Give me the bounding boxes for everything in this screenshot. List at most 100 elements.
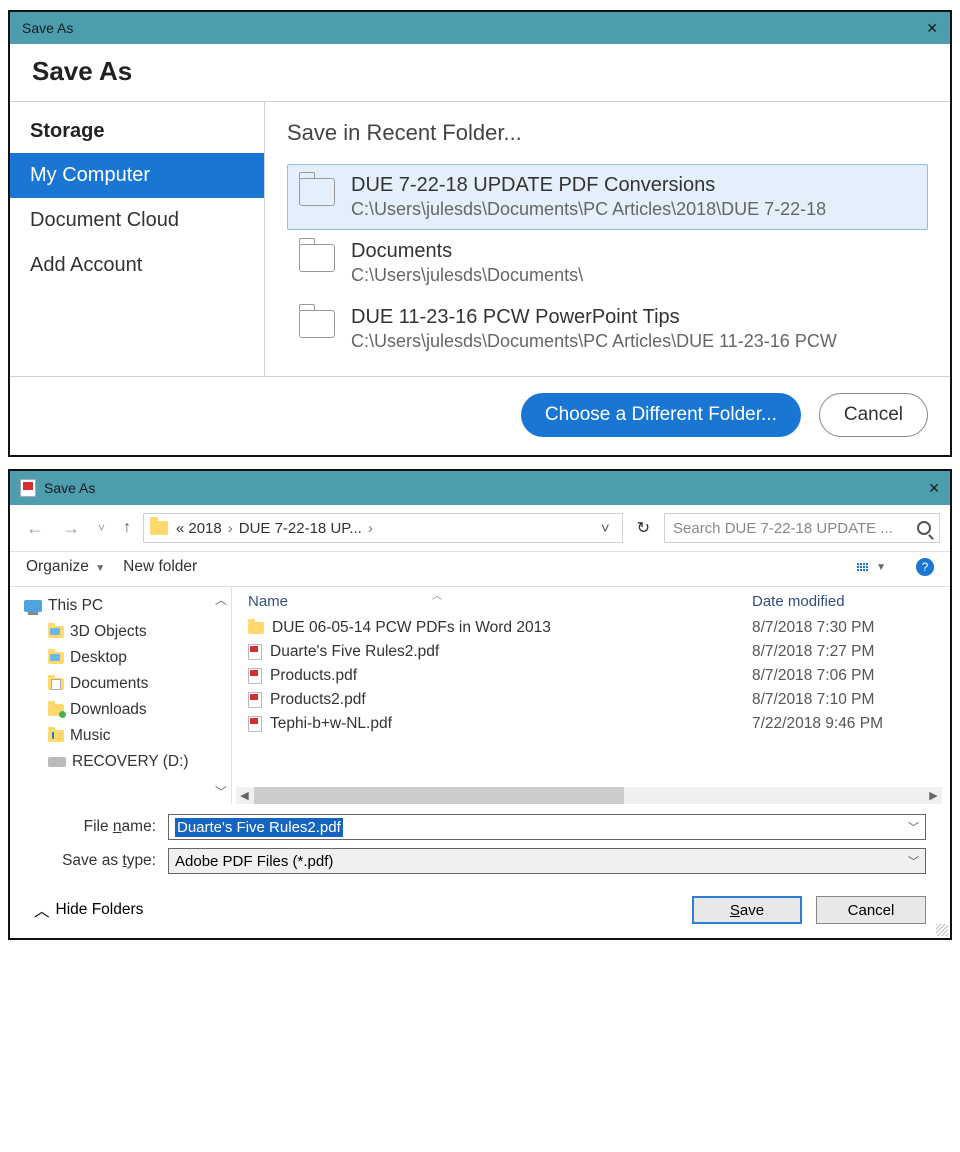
hide-folders-button[interactable]: ︿ Hide Folders bbox=[34, 899, 143, 921]
horizontal-scrollbar[interactable]: ◀ ▶ bbox=[236, 787, 942, 804]
history-dropdown-icon[interactable]: ˅ bbox=[92, 521, 111, 535]
close-icon[interactable]: ✕ bbox=[928, 480, 940, 497]
nav-tree[interactable]: ︿ This PC 3D Objects Desktop Documents D… bbox=[10, 587, 232, 804]
titlebar[interactable]: Save As ✕ bbox=[10, 12, 950, 44]
scrollbar-thumb[interactable] bbox=[254, 787, 624, 804]
file-row[interactable]: Products2.pdf 8/7/2018 7:10 PM bbox=[236, 688, 942, 712]
file-date: 8/7/2018 7:30 PM bbox=[752, 619, 938, 637]
file-row[interactable]: Tephi-b+w-NL.pdf 7/22/2018 9:46 PM bbox=[236, 712, 942, 736]
search-icon bbox=[917, 521, 931, 535]
new-folder-button[interactable]: New folder bbox=[123, 558, 197, 576]
save-as-type-label: Save as type: bbox=[34, 852, 168, 870]
refresh-icon[interactable]: ↻ bbox=[629, 518, 658, 538]
file-date: 8/7/2018 7:10 PM bbox=[752, 691, 938, 709]
column-header-row: Name Date modified bbox=[236, 587, 942, 616]
sidebar-item-add-account[interactable]: Add Account bbox=[10, 243, 264, 288]
window-title: Save As bbox=[44, 480, 95, 496]
search-input[interactable]: Search DUE 7-22-18 UPDATE ... bbox=[664, 513, 940, 543]
titlebar[interactable]: Save As ✕ bbox=[10, 471, 950, 505]
breadcrumb-prefix: « bbox=[176, 520, 184, 537]
explorer-subtoolbar: Organize ▼ New folder ▼ ? bbox=[10, 552, 950, 586]
folder-path: C:\Users\julesds\Documents\PC Articles\D… bbox=[351, 331, 837, 352]
pdf-file-icon bbox=[248, 668, 262, 684]
chevron-up-icon: ︿ bbox=[34, 899, 50, 921]
folder-icon bbox=[48, 652, 64, 664]
recent-folder-row[interactable]: DUE 11-23-16 PCW PowerPoint Tips C:\User… bbox=[287, 296, 928, 362]
folder-icon bbox=[248, 622, 264, 634]
storage-sidebar: Storage My Computer Document Cloud Add A… bbox=[10, 102, 265, 376]
dialog-footer: ︿ Hide Folders Save Cancel bbox=[10, 886, 950, 938]
file-row[interactable]: DUE 06-05-14 PCW PDFs in Word 2013 8/7/2… bbox=[236, 616, 942, 640]
recent-folder-row[interactable]: DUE 7-22-18 UPDATE PDF Conversions C:\Us… bbox=[287, 164, 928, 230]
breadcrumb-segment[interactable]: 2018 bbox=[188, 520, 221, 537]
tree-item-3d-objects[interactable]: 3D Objects bbox=[20, 619, 231, 645]
folder-text: DUE 7-22-18 UPDATE PDF Conversions C:\Us… bbox=[351, 174, 826, 220]
folder-icon bbox=[150, 521, 168, 535]
folder-name: Documents bbox=[351, 240, 583, 263]
dropdown-icon[interactable]: ﹀ bbox=[908, 819, 919, 835]
cancel-button[interactable]: Cancel bbox=[816, 896, 926, 924]
tree-item-music[interactable]: Music bbox=[20, 723, 231, 749]
scroll-down-icon[interactable]: ﹀ bbox=[215, 783, 227, 800]
view-options-button[interactable]: ▼ bbox=[857, 562, 886, 573]
scroll-right-icon[interactable]: ▶ bbox=[925, 789, 942, 802]
file-name: Products2.pdf bbox=[270, 691, 752, 709]
recent-folders-panel: Save in Recent Folder... DUE 7-22-18 UPD… bbox=[265, 102, 950, 376]
resize-grip-icon[interactable] bbox=[936, 924, 948, 936]
tree-item-downloads[interactable]: Downloads bbox=[20, 697, 231, 723]
view-details-icon bbox=[857, 563, 868, 571]
forward-icon[interactable]: → bbox=[56, 518, 86, 539]
address-bar[interactable]: « 2018 › DUE 7-22-18 UP... › ˅ bbox=[143, 513, 623, 543]
folder-icon bbox=[48, 626, 64, 638]
chevron-right-icon[interactable]: › bbox=[366, 520, 375, 537]
pdf-file-icon bbox=[248, 644, 262, 660]
folder-icon bbox=[48, 704, 64, 716]
column-header-date[interactable]: Date modified bbox=[752, 593, 938, 610]
file-row[interactable]: Products.pdf 8/7/2018 7:06 PM bbox=[236, 664, 942, 688]
dropdown-icon[interactable]: ﹀ bbox=[908, 853, 919, 869]
filename-label: File name: bbox=[34, 818, 168, 836]
explorer-toolbar: ← → ˅ ↑ « 2018 › DUE 7-22-18 UP... › ˅ ↻… bbox=[10, 505, 950, 552]
sidebar-item-my-computer[interactable]: My Computer bbox=[10, 153, 264, 198]
tree-item-recovery-drive[interactable]: RECOVERY (D:) bbox=[20, 749, 231, 775]
column-header-name[interactable]: Name bbox=[248, 593, 752, 610]
folder-icon bbox=[299, 310, 335, 338]
file-row[interactable]: Duarte's Five Rules2.pdf 8/7/2018 7:27 P… bbox=[236, 640, 942, 664]
filename-input[interactable]: Duarte's Five Rules2.pdf ﹀ bbox=[168, 814, 926, 840]
save-as-type-select[interactable]: Adobe PDF Files (*.pdf) ﹀ bbox=[168, 848, 926, 874]
chevron-right-icon[interactable]: › bbox=[226, 520, 235, 537]
adobe-save-as-dialog: Save As ✕ Save As Storage My Computer Do… bbox=[8, 10, 952, 457]
recent-folder-row[interactable]: Documents C:\Users\julesds\Documents\ bbox=[287, 230, 928, 296]
dialog-button-row: Choose a Different Folder... Cancel bbox=[10, 377, 950, 455]
tree-item-documents[interactable]: Documents bbox=[20, 671, 231, 697]
caret-down-icon: ▼ bbox=[95, 563, 105, 574]
back-icon[interactable]: ← bbox=[20, 518, 50, 539]
tree-item-desktop[interactable]: Desktop bbox=[20, 645, 231, 671]
folder-path: C:\Users\julesds\Documents\PC Articles\2… bbox=[351, 199, 826, 220]
folder-icon bbox=[299, 244, 335, 272]
choose-different-folder-button[interactable]: Choose a Different Folder... bbox=[521, 393, 801, 437]
tree-item-this-pc[interactable]: This PC bbox=[20, 593, 231, 619]
windows-save-as-dialog: Save As ✕ ← → ˅ ↑ « 2018 › DUE 7-22-18 U… bbox=[8, 469, 952, 940]
folder-text: Documents C:\Users\julesds\Documents\ bbox=[351, 240, 583, 286]
sidebar-item-document-cloud[interactable]: Document Cloud bbox=[10, 198, 264, 243]
up-icon[interactable]: ↑ bbox=[117, 519, 137, 537]
breadcrumb-segment[interactable]: DUE 7-22-18 UP... bbox=[239, 520, 362, 537]
help-icon[interactable]: ? bbox=[916, 558, 934, 576]
scroll-left-icon[interactable]: ◀ bbox=[236, 789, 253, 802]
address-dropdown-icon[interactable]: ˅ bbox=[595, 520, 616, 537]
file-date: 8/7/2018 7:06 PM bbox=[752, 667, 938, 685]
organize-button[interactable]: Organize ▼ bbox=[26, 558, 105, 576]
file-list: ︿ Name Date modified DUE 06-05-14 PCW PD… bbox=[232, 587, 950, 804]
folder-icon bbox=[48, 678, 64, 690]
pdf-file-icon bbox=[248, 692, 262, 708]
file-name: Tephi-b+w-NL.pdf bbox=[270, 715, 752, 733]
folder-name: DUE 11-23-16 PCW PowerPoint Tips bbox=[351, 306, 837, 329]
cancel-button[interactable]: Cancel bbox=[819, 393, 928, 437]
close-icon[interactable]: ✕ bbox=[926, 20, 938, 37]
scroll-up-icon[interactable]: ︿ bbox=[215, 591, 227, 608]
file-name: DUE 06-05-14 PCW PDFs in Word 2013 bbox=[272, 619, 752, 637]
save-as-type-value: Adobe PDF Files (*.pdf) bbox=[175, 853, 333, 870]
save-button[interactable]: Save bbox=[692, 896, 802, 924]
folder-text: DUE 11-23-16 PCW PowerPoint Tips C:\User… bbox=[351, 306, 837, 352]
